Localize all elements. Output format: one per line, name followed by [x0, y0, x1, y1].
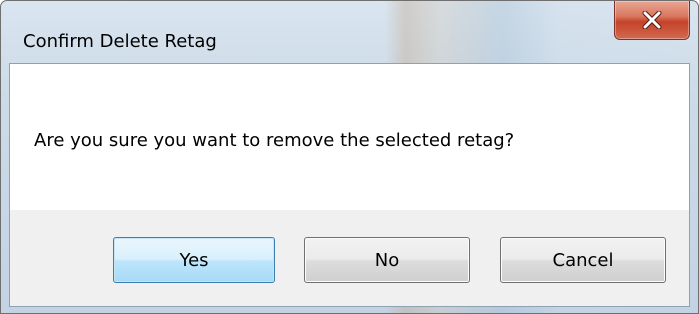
- button-bar: Yes No Cancel: [10, 210, 689, 306]
- title-bar[interactable]: Confirm Delete Retag: [1, 1, 698, 63]
- confirmation-message: Are you sure you want to remove the sele…: [34, 130, 515, 151]
- confirm-dialog-window: Confirm Delete Retag Are you sure you wa…: [0, 0, 699, 314]
- cancel-button[interactable]: Cancel: [500, 237, 666, 283]
- dialog-title: Confirm Delete Retag: [23, 31, 217, 52]
- yes-button[interactable]: Yes: [113, 237, 275, 283]
- no-button[interactable]: No: [304, 237, 470, 283]
- close-icon: [642, 11, 662, 29]
- dialog-content: Are you sure you want to remove the sele…: [9, 63, 690, 307]
- close-button[interactable]: [614, 1, 690, 40]
